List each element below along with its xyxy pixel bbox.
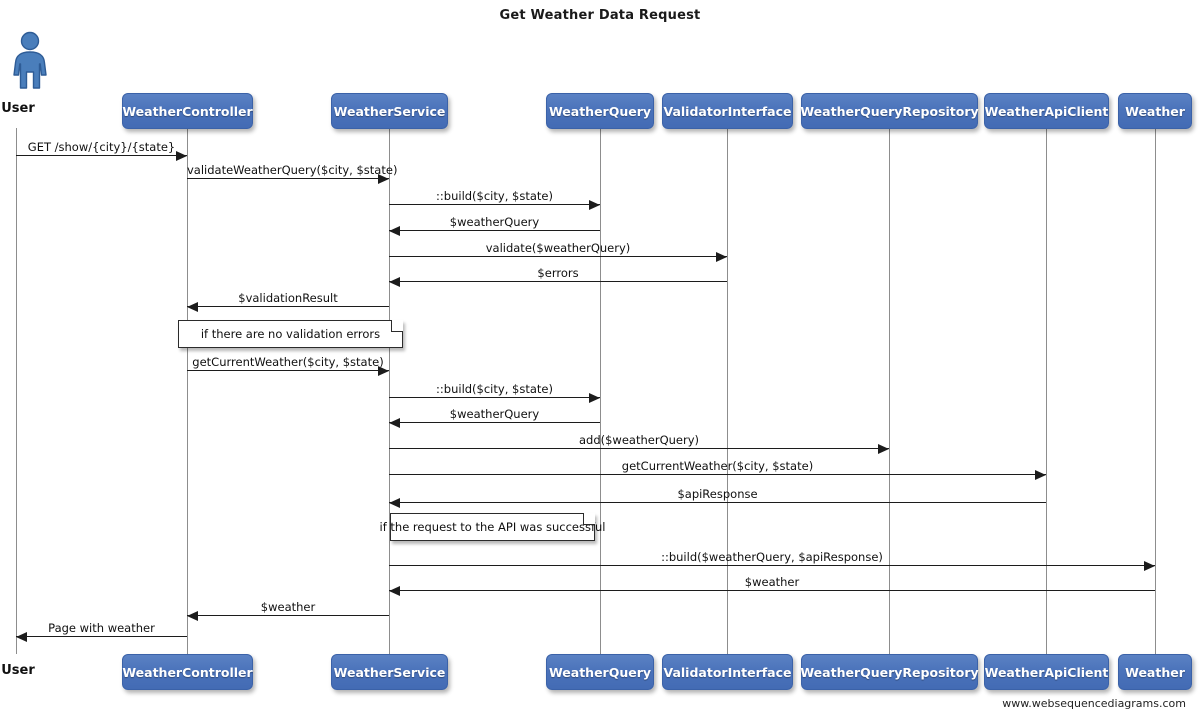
message-label: $validationResult [238, 291, 338, 305]
participant-top-weatherqueryrepository[interactable]: WeatherQueryRepository [800, 93, 979, 129]
participant-label: ValidatorInterface [663, 664, 792, 680]
message-line [389, 590, 1155, 591]
message-line [389, 281, 727, 282]
lifeline-user [16, 128, 17, 654]
participant-bottom-weatherservice[interactable]: WeatherService [331, 654, 448, 690]
message-line [389, 565, 1155, 566]
message-line [389, 256, 727, 257]
note-text: if there are no validation errors [200, 327, 381, 341]
note-text: if the request to the API was successful [379, 520, 606, 534]
participant-label: WeatherController [122, 664, 253, 680]
message-label: $apiResponse [677, 487, 758, 501]
message-line [389, 502, 1046, 503]
participant-label: Weather [1125, 103, 1185, 119]
message-label: $errors [537, 266, 579, 280]
note-box: if the request to the API was successful [380, 513, 606, 541]
participant-bottom-weatherqueryrepository[interactable]: WeatherQueryRepository [800, 654, 979, 690]
message-line [16, 636, 187, 637]
message-line [389, 204, 600, 205]
message-label: Page with weather [48, 621, 155, 635]
message-line [389, 422, 600, 423]
note-fold-edge-icon [391, 320, 403, 332]
participant-label: WeatherQueryRepository [800, 664, 979, 680]
participant-top-validatorinterface[interactable]: ValidatorInterface [662, 93, 793, 129]
message-label: getCurrentWeather($city, $state) [192, 355, 384, 369]
participant-bottom-weatherquery[interactable]: WeatherQuery [546, 654, 654, 690]
sequence-diagram-canvas: Get Weather Data Request User User Weath… [0, 0, 1200, 716]
actor-user-label-top: User [1, 101, 35, 116]
message-line [16, 155, 187, 156]
lifeline-weather [1155, 128, 1156, 654]
participant-bottom-weather[interactable]: Weather [1118, 654, 1192, 690]
message-line [187, 306, 389, 307]
participant-label: WeatherQueryRepository [800, 103, 979, 119]
message-label: add($weatherQuery) [578, 433, 699, 447]
participant-label: WeatherApiClient [984, 103, 1109, 119]
actor-user-icon [0, 30, 60, 94]
message-label: $weather [260, 600, 316, 614]
participant-label: ValidatorInterface [663, 103, 792, 119]
participant-top-weather[interactable]: Weather [1118, 93, 1192, 129]
message-line [389, 230, 600, 231]
message-line [389, 474, 1046, 475]
message-label: getCurrentWeather($city, $state) [621, 459, 814, 473]
message-line [187, 178, 389, 179]
message-label: $weather [744, 575, 800, 589]
footer-credit: www.websequencediagrams.com [1002, 697, 1186, 710]
participant-top-weatherquery[interactable]: WeatherQuery [546, 93, 654, 129]
message-line [187, 615, 389, 616]
participant-label: WeatherController [122, 103, 253, 119]
message-label: validate($weatherQuery) [485, 241, 631, 255]
message-label: validateWeatherQuery($city, $state) [187, 163, 398, 177]
lifeline-weathercontroller [187, 128, 188, 654]
message-line [187, 370, 389, 371]
participant-label: WeatherQuery [548, 103, 652, 119]
message-label: $weatherQuery [449, 215, 540, 229]
participant-bottom-weatherapiclient[interactable]: WeatherApiClient [984, 654, 1109, 690]
actor-svg [13, 31, 47, 89]
participant-bottom-weathercontroller[interactable]: WeatherController [122, 654, 253, 690]
message-label: $weatherQuery [449, 407, 540, 421]
message-label: GET /show/{city}/{state} [27, 140, 176, 154]
page-title: Get Weather Data Request [499, 8, 701, 23]
actor-user-label-bottom: User [1, 663, 35, 678]
participant-label: WeatherService [333, 103, 446, 119]
participant-top-weatherapiclient[interactable]: WeatherApiClient [984, 93, 1109, 129]
message-line [389, 448, 889, 449]
message-label: ::build($city, $state) [436, 382, 553, 396]
note-box: if there are no validation errors [178, 320, 403, 348]
participant-bottom-validatorinterface[interactable]: ValidatorInterface [662, 654, 793, 690]
participant-label: WeatherApiClient [984, 664, 1109, 680]
message-line [389, 397, 600, 398]
participant-label: WeatherQuery [548, 664, 652, 680]
participant-label: Weather [1125, 664, 1185, 680]
message-label: ::build($weatherQuery, $apiResponse) [661, 550, 883, 564]
participant-top-weathercontroller[interactable]: WeatherController [122, 93, 253, 129]
note-fold-edge-icon [583, 513, 595, 525]
message-label: ::build($city, $state) [436, 189, 553, 203]
participant-top-weatherservice[interactable]: WeatherService [331, 93, 448, 129]
participant-label: WeatherService [333, 664, 446, 680]
